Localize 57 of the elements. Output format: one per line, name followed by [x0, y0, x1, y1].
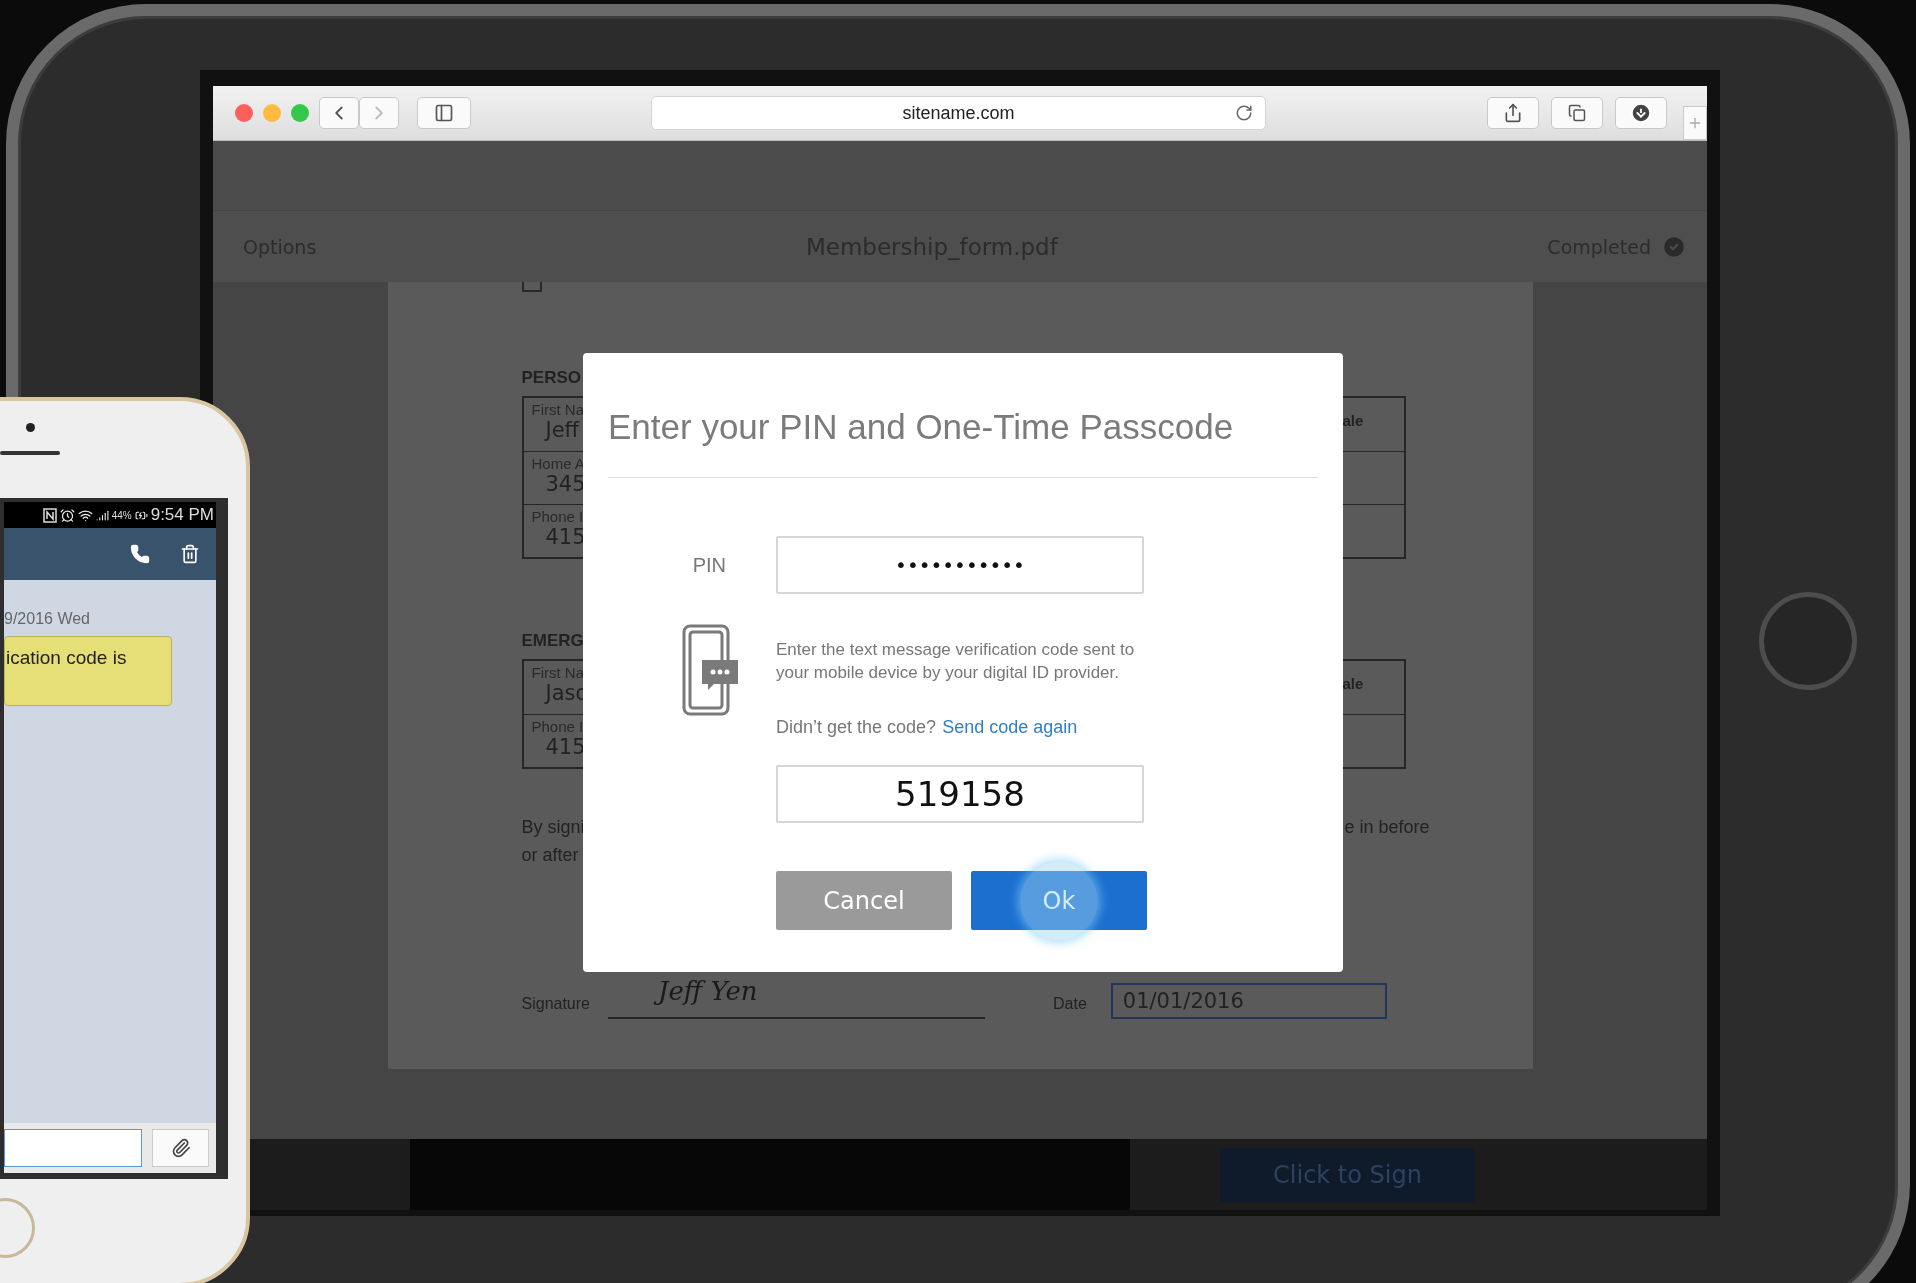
checkbox[interactable] — [521, 282, 542, 292]
share-icon — [1503, 103, 1523, 123]
tabs-button[interactable] — [1551, 97, 1603, 129]
tabs-icon — [1568, 104, 1586, 122]
field-value: 415 — [544, 735, 586, 759]
date-field[interactable]: 01/01/2016 — [1110, 983, 1387, 1019]
ok-button[interactable]: Ok — [971, 871, 1147, 930]
new-tab-button[interactable] — [1683, 106, 1707, 140]
field-value: Jeff — [543, 418, 580, 442]
sidebar-button[interactable] — [417, 97, 471, 129]
address-bar[interactable]: sitename.com — [651, 96, 1266, 130]
pin-label: PIN — [692, 553, 726, 577]
reload-icon[interactable] — [1235, 104, 1253, 122]
paperclip-icon — [170, 1138, 191, 1158]
battery-percent: 44% — [111, 509, 132, 521]
field-label: ale — [1342, 674, 1364, 692]
call-icon[interactable] — [130, 544, 150, 564]
message-bubble: ication code is — [4, 636, 172, 706]
passcode-field[interactable]: 519158 — [776, 765, 1144, 823]
back-button[interactable] — [319, 97, 359, 129]
wifi-icon — [77, 507, 93, 523]
camera-icon — [26, 423, 35, 432]
phone-clock: 9:54 PM — [150, 505, 214, 525]
cancel-button[interactable]: Cancel — [776, 871, 952, 930]
field-label: ale — [1342, 411, 1364, 429]
download-icon — [1630, 102, 1652, 124]
plus-icon — [1687, 115, 1703, 131]
dialog-title: Enter your PIN and One-Time Passcode — [608, 353, 1318, 478]
signature-label: Signature — [521, 995, 590, 1014]
field-value: 345 — [544, 472, 586, 496]
phone-message-icon — [682, 624, 740, 716]
send-code-again-link[interactable]: Send code again — [942, 717, 1078, 738]
consent-text: By signi — [521, 816, 585, 839]
delete-icon[interactable] — [180, 544, 200, 564]
nfc-icon — [42, 507, 57, 523]
section-heading: PERSO — [521, 368, 582, 388]
alarm-icon — [59, 507, 75, 523]
message-input[interactable] — [4, 1129, 142, 1167]
share-button[interactable] — [1487, 97, 1539, 129]
close-window-button[interactable] — [235, 104, 253, 122]
resend-prompt: Didn’t get the code? — [776, 717, 937, 738]
consent-text: e in before — [1344, 816, 1430, 839]
download-button[interactable] — [1615, 97, 1667, 129]
speaker-icon — [0, 451, 60, 455]
message-date: 9/2016 Wed — [4, 610, 90, 628]
attach-button[interactable] — [152, 1129, 209, 1167]
forward-button[interactable] — [359, 97, 399, 129]
section-heading: EMERG — [521, 631, 584, 651]
sidebar-icon — [434, 103, 454, 123]
date-label: Date — [1053, 995, 1087, 1014]
consent-text: or after — [521, 844, 579, 867]
maximize-window-button[interactable] — [291, 104, 309, 122]
pin-field[interactable]: ••••••••••• — [776, 536, 1144, 594]
signal-icon — [95, 508, 109, 522]
instruction-text: Enter the text message verification code sent to your mobile device by your digital ID provider. — [776, 639, 1136, 684]
field-value: 415 — [544, 525, 586, 549]
signature: Jeff Yen — [648, 969, 768, 1013]
